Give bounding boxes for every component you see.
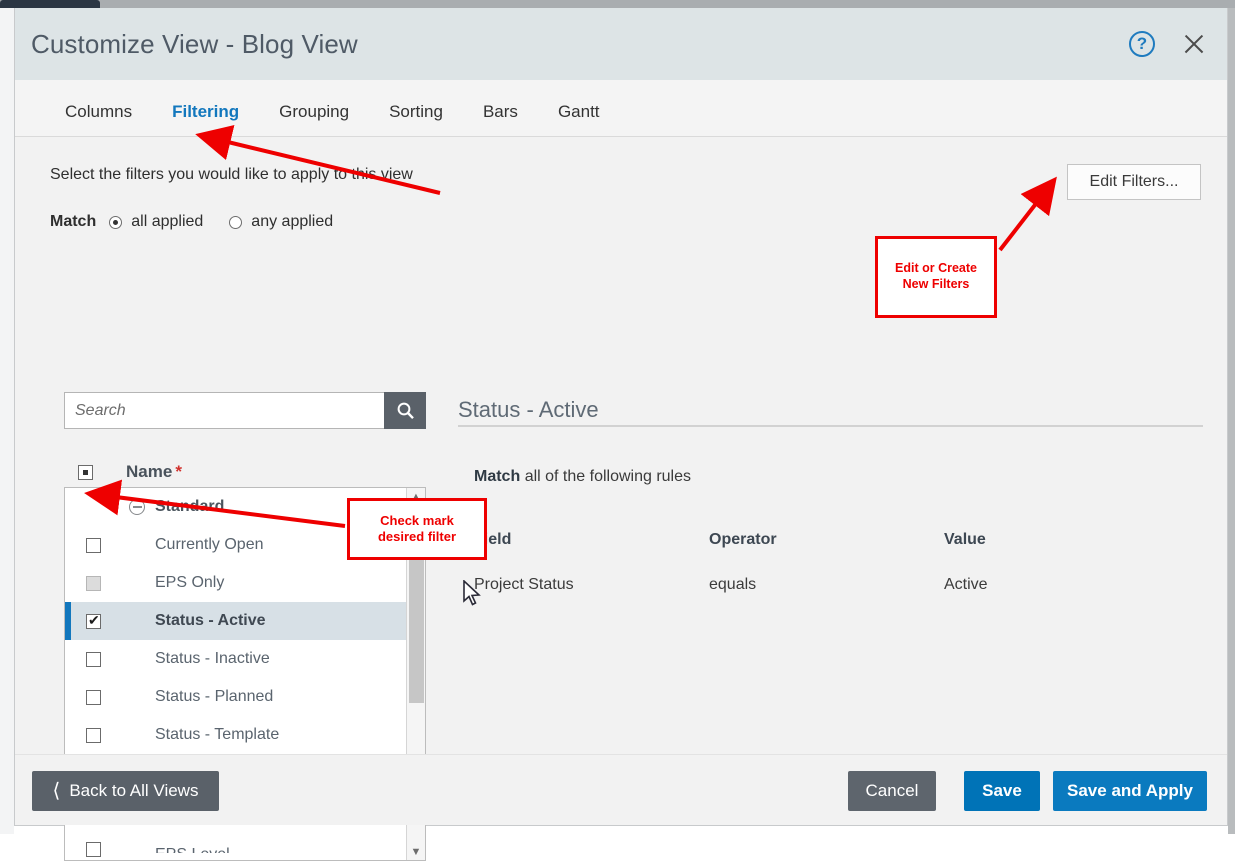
list-item-label: EPS Only: [155, 574, 224, 592]
detail-match-rest: all of the following rules: [525, 468, 691, 485]
required-marker: *: [175, 462, 182, 482]
scroll-down-arrow-icon[interactable]: ▼: [407, 843, 425, 860]
cancel-button[interactable]: Cancel: [848, 771, 936, 811]
detail-match-text: Match all of the following rules: [474, 468, 691, 486]
list-item-label: Status - Active: [155, 612, 266, 630]
help-icon[interactable]: ?: [1129, 31, 1155, 57]
browser-top-rail: [0, 0, 1235, 8]
match-label: Match: [50, 213, 96, 231]
tab-filtering[interactable]: Filtering: [152, 80, 259, 141]
rule-field: Project Status: [474, 576, 574, 594]
list-item-label: EPS Level: [155, 846, 230, 853]
customize-view-dialog: Customize View - Blog View ? Columns Fil…: [14, 8, 1228, 826]
filter-checkbox[interactable]: [86, 842, 101, 857]
dialog-shadow: [1228, 8, 1235, 834]
list-item-label: Status - Template: [155, 726, 279, 744]
filter-checkbox[interactable]: [86, 728, 101, 743]
filter-checkbox[interactable]: [86, 538, 101, 553]
radio-any-applied[interactable]: [229, 216, 242, 229]
tab-bar: Columns Filtering Grouping Sorting Bars …: [15, 80, 1227, 137]
back-button-label: Back to All Views: [69, 781, 198, 801]
rule-operator: equals: [709, 576, 756, 594]
radio-all-applied-label[interactable]: all applied: [131, 213, 203, 231]
match-radio-group: Match all applied any applied: [50, 213, 359, 231]
annotation-check-filter: Check mark desired filter: [347, 498, 487, 560]
close-icon[interactable]: [1181, 31, 1207, 57]
column-header-name: Name: [126, 462, 172, 482]
back-to-all-views-button[interactable]: ⟨ Back to All Views: [32, 771, 219, 811]
tab-grouping[interactable]: Grouping: [259, 80, 369, 141]
list-item-eps-only[interactable]: EPS Only: [65, 564, 425, 602]
dialog-titlebar: Customize View - Blog View ?: [15, 8, 1227, 80]
list-item-label: Standard: [155, 498, 224, 516]
annotation-line-2: desired filter: [378, 529, 456, 544]
rule-value: Active: [944, 576, 988, 594]
search-input[interactable]: [64, 392, 384, 429]
radio-any-applied-label[interactable]: any applied: [251, 213, 333, 231]
filter-checkbox[interactable]: [86, 652, 101, 667]
annotation-line-1: Check mark: [380, 513, 454, 528]
filter-detail-title: Status - Active: [458, 397, 599, 423]
mouse-cursor-icon: [462, 580, 484, 610]
intro-text: Select the filters you would like to app…: [50, 166, 413, 184]
list-item-status-planned[interactable]: Status - Planned: [65, 678, 425, 716]
titlebar-actions: ?: [1129, 8, 1207, 80]
edit-filters-button[interactable]: Edit Filters...: [1067, 164, 1201, 200]
detail-match-prefix: Match: [474, 468, 520, 485]
list-item-label: Status - Planned: [155, 688, 273, 706]
select-all-checkbox[interactable]: [78, 465, 93, 480]
detail-divider: [458, 425, 1203, 427]
tab-bars[interactable]: Bars: [463, 80, 538, 141]
search-icon: [396, 401, 415, 420]
save-and-apply-button[interactable]: Save and Apply: [1053, 771, 1207, 811]
list-item-label: Currently Open: [155, 536, 264, 554]
list-item-status-active[interactable]: Status - Active: [65, 602, 425, 640]
annotation-line-1: Edit or Create: [895, 261, 977, 275]
dialog-footer: ⟨ Back to All Views Cancel Save Save and…: [15, 754, 1227, 825]
list-item-status-inactive[interactable]: Status - Inactive: [65, 640, 425, 678]
filter-checkbox-disabled: [86, 576, 101, 591]
list-item-partially-visible[interactable]: EPS Level: [65, 830, 425, 861]
dialog-content: Select the filters you would like to app…: [15, 137, 1227, 755]
annotation-edit-filters: Edit or Create New Filters: [875, 236, 997, 318]
filter-checkbox[interactable]: [86, 690, 101, 705]
tab-sorting[interactable]: Sorting: [369, 80, 463, 141]
detail-column-value: Value: [944, 531, 986, 549]
background-left-strip: [0, 8, 14, 834]
list-item-label: Status - Inactive: [155, 650, 270, 668]
list-column-header: Name *: [78, 462, 182, 482]
filter-checkbox-checked[interactable]: [86, 614, 101, 629]
search-button[interactable]: [384, 392, 426, 429]
save-button[interactable]: Save: [964, 771, 1040, 811]
minus-circle-icon[interactable]: [129, 499, 145, 515]
tab-columns[interactable]: Columns: [45, 80, 152, 141]
detail-column-operator: Operator: [709, 531, 777, 549]
tab-gantt[interactable]: Gantt: [538, 80, 620, 141]
radio-all-applied[interactable]: [109, 216, 122, 229]
search-bar: [64, 392, 426, 429]
list-item-status-template[interactable]: Status - Template: [65, 716, 425, 754]
annotation-line-2: New Filters: [903, 277, 970, 291]
page-title: Customize View - Blog View: [31, 29, 358, 60]
